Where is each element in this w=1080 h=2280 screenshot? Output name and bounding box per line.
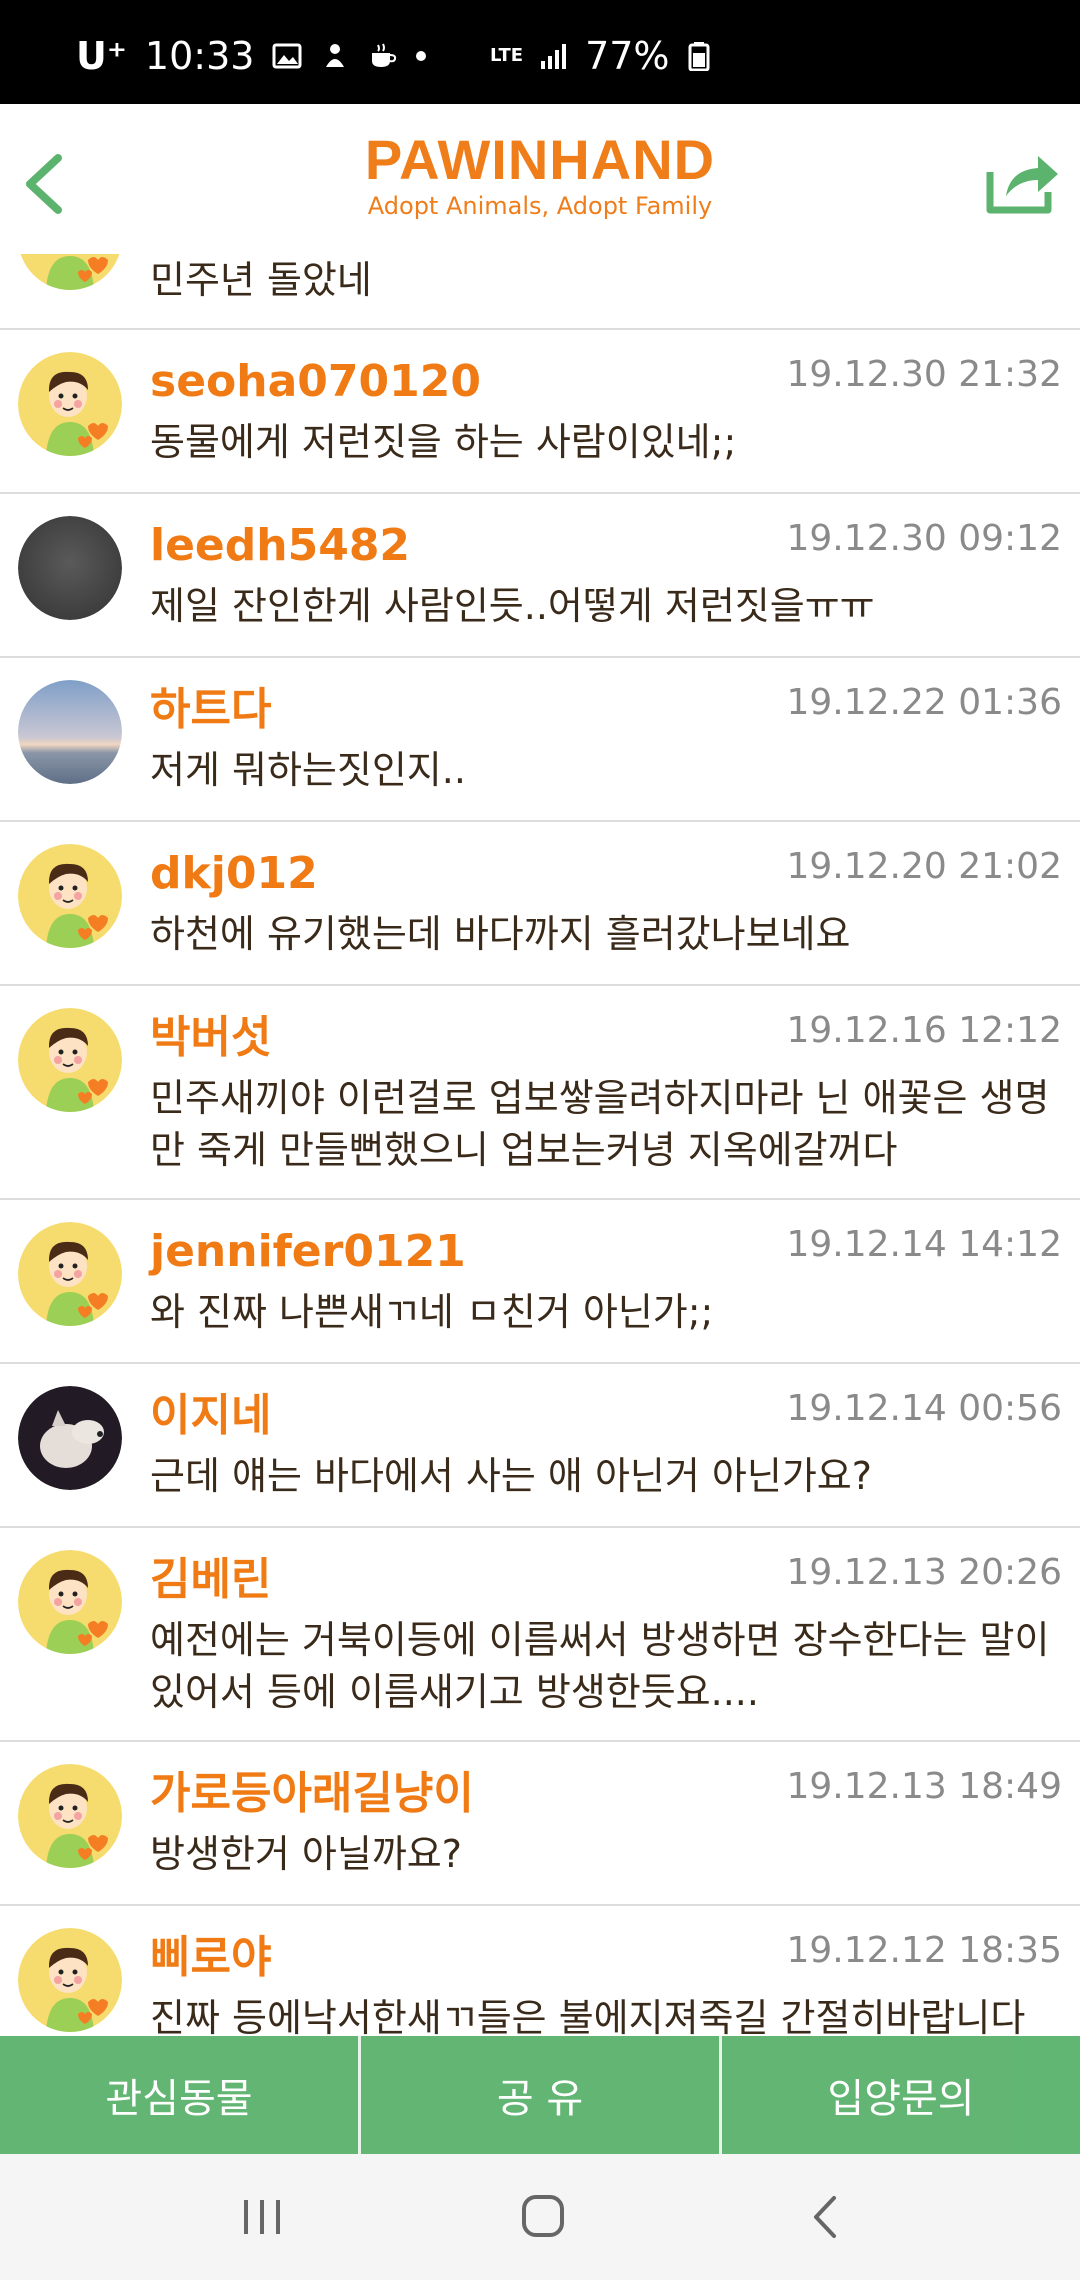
comment-item[interactable]: 박버섯 19.12.16 12:12 민주새끼야 이런걸로 업보쌓을려하지마라 닌 … [0, 986, 1080, 1200]
cartoon-avatar[interactable] [18, 1550, 122, 1654]
comment-timestamp: 19.12.13 20:26 [786, 1552, 1062, 1593]
comment-text: 방생한거 아닐까요? [150, 1832, 462, 1876]
action-bar: 관심동물 공 유 입양문의 [0, 2036, 1080, 2154]
comment-item[interactable]: jennifer0121 19.12.14 14:12 와 진짜 나쁜새ㄲ네 ㅁ친거… [0, 1200, 1080, 1364]
status-bar-right: LTE 77% [490, 34, 716, 78]
notification-icon [326, 44, 345, 67]
comment-timestamp: 19.12.30 21:32 [786, 354, 1062, 395]
comment-author[interactable]: leedh5482 [150, 518, 410, 574]
comment-text: 하천에 유기했는데 바다까지 흘러갔나보네요 [150, 912, 851, 956]
comment-item[interactable]: 하트다 19.12.22 01:36 저게 뭐하는짓인지.. [0, 658, 1080, 822]
comment-item[interactable]: seoha070120 19.12.30 21:32 동물에게 저런짓을 하는 사람… [0, 330, 1080, 494]
comment-text: 예전에는 거북이등에 이름써서 방생하면 장수한다는 말이 있어서 등에 이름새… [150, 1618, 1050, 1714]
comment-timestamp: 19.12.22 01:36 [786, 682, 1062, 723]
comment-timestamp: 19.12.20 21:02 [786, 846, 1062, 887]
comment-author[interactable]: 가로등아래길냥이 [150, 1766, 474, 1822]
comment-item[interactable]: 민주년 돌았네 [0, 254, 1080, 330]
comment-text: 와 진짜 나쁜새ㄲ네 ㅁ친거 아닌가;; [150, 1290, 714, 1334]
comment-text: 저게 뭐하는짓인지.. [150, 748, 466, 792]
recent-apps-icon [244, 2200, 280, 2234]
dog-photo-avatar[interactable] [18, 1386, 122, 1490]
battery-percent: 77% [585, 34, 670, 78]
battery-icon [688, 42, 710, 71]
comment-author[interactable]: 박버섯 [150, 1010, 271, 1066]
comment-author[interactable]: 김베린 [150, 1552, 271, 1608]
comment-item[interactable]: leedh5482 19.12.30 09:12 제일 잔인한게 사람인듯..어떻게… [0, 494, 1080, 658]
share-action-button[interactable]: 공 유 [358, 2036, 719, 2154]
share-icon [986, 156, 1058, 214]
signal-icon [541, 44, 567, 69]
comment-item[interactable]: 이지네 19.12.14 00:56 근데 얘는 바다에서 사는 애 아닌거 아닌가… [0, 1364, 1080, 1528]
comment-list[interactable]: 민주년 돌았네 seoha070120 19.12.30 21:32 동물에게 저런짓… [0, 254, 1080, 2036]
favorite-animal-button[interactable]: 관심동물 [0, 2036, 358, 2154]
cartoon-avatar[interactable] [18, 352, 122, 456]
comment-author[interactable]: 삐로야 [150, 1930, 271, 1986]
coffee-icon [372, 43, 397, 67]
comment-text: 진짜 등에낙서한새ㄲ들은 불에지져죽길 간절히바랍니다 [150, 1996, 1026, 2036]
carrier-label: U⁺ [76, 34, 127, 78]
logo-title: PAWINHAND [364, 128, 716, 191]
comment-item[interactable]: dkj012 19.12.20 21:02 하천에 유기했는데 바다까지 흘러갔나보… [0, 822, 1080, 986]
back-icon [814, 2196, 836, 2238]
comment-timestamp: 19.12.12 18:35 [786, 1930, 1062, 1971]
dot-icon [416, 51, 427, 61]
cartoon-avatar[interactable] [18, 254, 122, 290]
comment-author[interactable]: 하트다 [150, 682, 271, 738]
comment-item[interactable]: 가로등아래길냥이 19.12.13 18:49 방생한거 아닐까요? [0, 1742, 1080, 1906]
comment-item[interactable]: 김베린 19.12.13 20:26 예전에는 거북이등에 이름써서 방생하면 장수… [0, 1528, 1080, 1742]
comment-timestamp: 19.12.14 00:56 [786, 1388, 1062, 1429]
comment-item[interactable]: 삐로야 19.12.12 18:35 진짜 등에낙서한새ㄲ들은 불에지져죽길 간절히… [0, 1906, 1080, 2036]
sky-photo-avatar[interactable] [18, 680, 122, 784]
share-button[interactable] [982, 142, 1062, 218]
adoption-inquiry-button[interactable]: 입양문의 [719, 2036, 1080, 2154]
recent-apps-button[interactable] [222, 2182, 302, 2252]
home-icon [522, 2195, 564, 2237]
cartoon-avatar[interactable] [18, 1222, 122, 1326]
comment-timestamp: 19.12.30 09:12 [786, 518, 1062, 559]
clock: 10:33 [144, 34, 255, 78]
comment-text: 민주새끼야 이런걸로 업보쌓을려하지마라 닌 애꽃은 생명만 죽게 만들뻔했으니… [150, 1076, 1050, 1172]
network-label: LTE [490, 45, 524, 66]
home-button[interactable] [504, 2182, 584, 2252]
system-nav-bar [0, 2154, 1080, 2280]
system-back-button[interactable] [786, 2182, 866, 2252]
comment-author[interactable]: 이지네 [150, 1388, 271, 1444]
cartoon-avatar[interactable] [18, 1008, 122, 1112]
comment-author[interactable]: seoha070120 [150, 354, 481, 410]
comment-author[interactable]: jennifer0121 [150, 1224, 466, 1280]
comment-text: 제일 잔인한게 사람인듯..어떻게 저런짓을ㅠㅠ [150, 584, 875, 628]
cartoon-avatar[interactable] [18, 1928, 122, 2032]
app-header: PAWINHAND Adopt Animals, Adopt Family [0, 104, 1080, 254]
status-bar-left: U⁺ 10:33 [76, 34, 427, 78]
comment-text: 민주년 돌았네 [150, 258, 372, 302]
comment-timestamp: 19.12.16 12:12 [786, 1010, 1062, 1051]
cartoon-avatar[interactable] [18, 1764, 122, 1868]
cartoon-avatar[interactable] [18, 844, 122, 948]
status-bar: U⁺ 10:33 LTE 77% [0, 0, 1080, 104]
comment-timestamp: 19.12.14 14:12 [786, 1224, 1062, 1265]
dark-photo-avatar[interactable] [18, 516, 122, 620]
comment-timestamp: 19.12.13 18:49 [786, 1766, 1062, 1807]
comment-text: 근데 얘는 바다에서 사는 애 아닌거 아닌가요? [150, 1454, 872, 1498]
app-logo: PAWINHAND Adopt Animals, Adopt Family [0, 130, 1080, 222]
logo-subtitle: Adopt Animals, Adopt Family [367, 192, 713, 220]
comment-author[interactable]: dkj012 [150, 846, 318, 902]
image-icon [272, 43, 302, 69]
comment-text: 동물에게 저런짓을 하는 사람이있네;; [150, 420, 737, 464]
